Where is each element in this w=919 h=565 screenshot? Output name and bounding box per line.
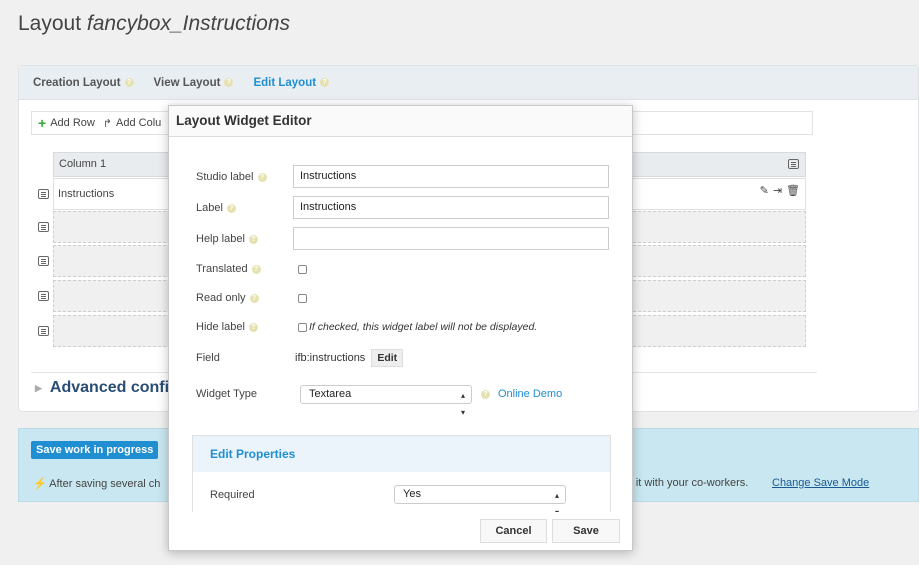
page-title: Layout fancybox_Instructions bbox=[18, 12, 290, 36]
cancel-button[interactable]: Cancel bbox=[480, 519, 547, 543]
widget-type-label: Widget Type bbox=[196, 388, 257, 400]
save-note-end: re it with your co-workers. bbox=[623, 477, 749, 489]
help-icon[interactable]: ? bbox=[248, 322, 258, 332]
help-icon[interactable]: ? bbox=[124, 78, 134, 87]
field-label: Label bbox=[196, 202, 223, 214]
field-label: Help label bbox=[196, 233, 245, 245]
tab-creation-layout[interactable]: Creation Layout ? bbox=[33, 77, 134, 89]
change-save-mode-link[interactable]: Change Save Mode bbox=[772, 477, 869, 489]
help-label-input[interactable] bbox=[293, 227, 609, 250]
field-label: Hide label bbox=[196, 321, 245, 333]
help-icon[interactable]: ? bbox=[251, 264, 261, 274]
edit-properties-title: Edit Properties bbox=[193, 436, 610, 472]
help-icon[interactable]: ? bbox=[249, 293, 259, 303]
save-work-button[interactable]: Save work in progress bbox=[31, 441, 159, 459]
row-actions: ✎ ⇥ 🗑 bbox=[760, 184, 800, 197]
online-demo-link[interactable]: Online Demo bbox=[498, 388, 562, 400]
tab-view-layout[interactable]: View Layout ? bbox=[154, 77, 234, 89]
add-column-button[interactable]: ↱ Add Colu bbox=[103, 117, 161, 130]
select-value: Textarea bbox=[309, 388, 352, 400]
field-label-row: Field bbox=[196, 352, 220, 364]
row-menu-icon[interactable] bbox=[38, 222, 49, 232]
add-row-button[interactable]: + Add Row bbox=[38, 115, 95, 131]
triangle-right-icon: ▶ bbox=[35, 382, 42, 393]
add-column-label: Add Colu bbox=[116, 117, 162, 129]
help-icon[interactable]: ? bbox=[320, 78, 330, 87]
select-caret-icon: ▴▾ bbox=[460, 391, 465, 417]
read-only-label: Read only ? bbox=[196, 292, 259, 304]
help-icon[interactable]: ? bbox=[257, 172, 267, 182]
page-title-doc: fancybox_Instructions bbox=[86, 12, 291, 35]
hide-label-checkbox[interactable] bbox=[298, 323, 307, 332]
add-row-label: Add Row bbox=[50, 117, 95, 129]
save-note-text: After saving several ch bbox=[49, 478, 161, 490]
help-icon[interactable]: ? bbox=[481, 389, 490, 399]
tab-label: View Layout bbox=[153, 76, 221, 89]
field-label: Widget Type bbox=[196, 388, 257, 400]
advanced-config-label: Advanced config bbox=[49, 379, 179, 396]
hide-label-note: If checked, this widget label will not b… bbox=[309, 321, 538, 333]
move-icon[interactable]: ⇥ bbox=[773, 184, 782, 197]
label-input[interactable]: Instructions bbox=[293, 196, 609, 219]
layout-widget-editor-dialog: Layout Widget Editor Studio label ? Inst… bbox=[168, 105, 633, 551]
studio-label-label: Studio label ? bbox=[196, 171, 267, 183]
save-note: ⚡ After saving several ch bbox=[33, 477, 160, 490]
field-label: Read only bbox=[196, 292, 246, 304]
label-label: Label ? bbox=[196, 202, 236, 214]
field-label: Studio label bbox=[196, 171, 254, 183]
field-value: ifb:instructions Edit bbox=[295, 349, 404, 367]
select-value: Yes bbox=[403, 488, 421, 500]
studio-label-input[interactable]: Instructions bbox=[293, 165, 609, 188]
required-label: Required bbox=[210, 489, 255, 501]
translated-label: Translated ? bbox=[196, 263, 261, 275]
column-title: Column 1 bbox=[59, 158, 107, 170]
help-label-label: Help label ? bbox=[196, 233, 258, 245]
tab-label: Creation Layout bbox=[33, 76, 121, 89]
dialog-footer: Cancel Save bbox=[169, 512, 632, 550]
add-column-icon: ↱ bbox=[102, 117, 113, 130]
page-title-prefix: Layout bbox=[18, 12, 82, 35]
advanced-config-toggle[interactable]: ▶ Advanced config bbox=[35, 379, 179, 397]
help-icon[interactable]: ? bbox=[226, 203, 236, 213]
widget-type-select[interactable]: Textarea ▴ ▾ bbox=[300, 385, 472, 417]
tab-label: Edit Layout bbox=[253, 76, 317, 89]
tab-edit-layout[interactable]: Edit Layout ? bbox=[253, 76, 330, 89]
edit-field-button[interactable]: Edit bbox=[371, 349, 404, 367]
row-menu-icon[interactable] bbox=[38, 256, 49, 266]
cell-widget-label: Instructions bbox=[58, 188, 115, 200]
plus-icon: + bbox=[38, 115, 47, 131]
dialog-title: Layout Widget Editor bbox=[169, 106, 632, 137]
pencil-icon[interactable]: ✎ bbox=[760, 184, 769, 197]
bolt-icon: ⚡ bbox=[33, 478, 47, 490]
help-icon[interactable]: ? bbox=[224, 78, 234, 87]
translated-checkbox[interactable] bbox=[298, 265, 307, 274]
trash-icon[interactable]: 🗑 bbox=[786, 184, 800, 197]
field-label: Field bbox=[196, 352, 220, 364]
required-select[interactable]: Yes ▴▾ bbox=[394, 485, 566, 517]
layout-tabs: Creation Layout ? View Layout ? Edit Lay… bbox=[19, 66, 918, 100]
field-label: Translated bbox=[196, 263, 248, 275]
row-menu-icon[interactable] bbox=[38, 326, 49, 336]
online-demo: ? Online Demo bbox=[481, 388, 562, 400]
row-menu-icon[interactable] bbox=[38, 189, 49, 199]
row-menu-icon[interactable] bbox=[38, 291, 49, 301]
field-name: ifb:instructions bbox=[295, 352, 366, 364]
help-icon[interactable]: ? bbox=[248, 234, 258, 244]
hide-label-label: Hide label ? bbox=[196, 321, 258, 333]
save-button[interactable]: Save bbox=[552, 519, 620, 543]
read-only-checkbox[interactable] bbox=[298, 294, 307, 303]
column-menu-icon[interactable] bbox=[788, 159, 799, 169]
